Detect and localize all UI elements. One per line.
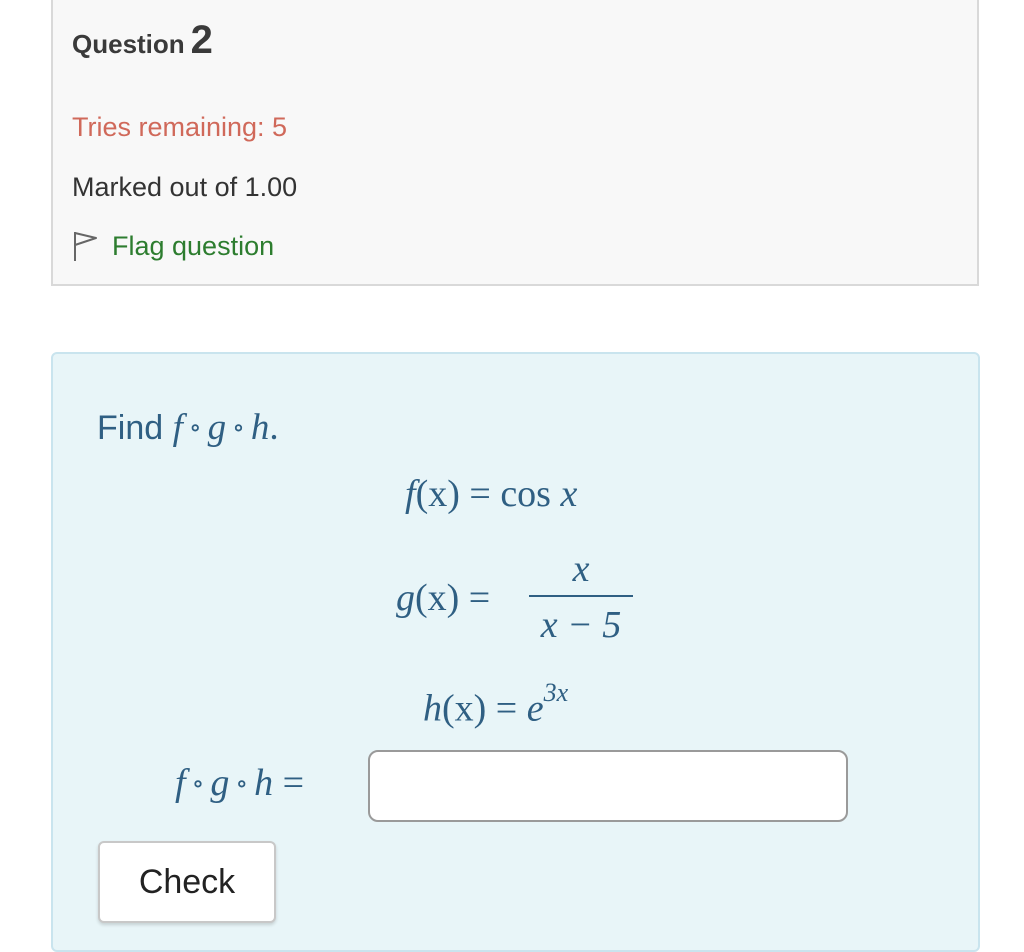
- equation-h: h(x) = e3x: [423, 678, 568, 731]
- equation-g-lhs: g(x) =: [396, 576, 490, 620]
- equation-g-name: g: [396, 577, 415, 619]
- prompt-compose-op-2: ∘: [232, 413, 245, 442]
- marked-out-of: Marked out of 1.00: [72, 172, 298, 202]
- answer-label-h: h: [254, 762, 274, 804]
- equation-h-name: h: [423, 687, 442, 730]
- answer-label: f ∘ g ∘ h =: [175, 761, 304, 805]
- fraction-bar: [529, 595, 633, 597]
- question-title: Question 2: [72, 18, 213, 63]
- equation-g-arg: (x) =: [415, 577, 491, 619]
- prompt-h: h: [250, 407, 270, 448]
- flag-question-link[interactable]: Flag question: [72, 230, 274, 262]
- question-prompt: Find f ∘ g ∘ h.: [97, 406, 279, 449]
- answer-label-f: f: [175, 762, 186, 804]
- flag-question-label: Flag question: [112, 230, 275, 261]
- prompt-g: g: [207, 407, 227, 448]
- equation-g-fraction: x x − 5: [529, 549, 633, 645]
- prompt-f: f: [172, 407, 183, 448]
- answer-input[interactable]: [368, 750, 848, 822]
- equation-h-exponent: 3x: [543, 678, 569, 707]
- answer-compose-op-2: ∘: [235, 769, 249, 798]
- equation-h-arg: (x) =: [442, 687, 518, 730]
- prompt-label: Find: [97, 409, 164, 447]
- equation-f-fn: cos: [500, 473, 551, 515]
- answer-compose-op-1: ∘: [191, 769, 205, 798]
- question-content-panel: Find f ∘ g ∘ h. f(x) = cos x g(x) = x x − 5 …: [51, 352, 980, 952]
- prompt-compose-op-1: ∘: [188, 413, 202, 442]
- answer-equals: =: [282, 762, 304, 804]
- equation-f-var: x: [560, 473, 578, 515]
- equation-g-denominator: x − 5: [540, 604, 622, 646]
- question-info-panel: Question 2 Tries remaining: 5 Marked out …: [51, 0, 979, 286]
- answer-label-g: g: [210, 762, 230, 804]
- equation-f-arg: (x) =: [415, 473, 491, 515]
- question-number: 2: [190, 18, 213, 62]
- equation-h-base: e: [526, 687, 544, 730]
- prompt-period: .: [269, 407, 279, 448]
- tries-remaining: Tries remaining: 5: [72, 112, 288, 142]
- check-button[interactable]: Check: [98, 841, 276, 923]
- equation-f: f(x) = cos x: [405, 472, 577, 516]
- equation-g-numerator: x: [572, 548, 590, 590]
- question-label: Question: [72, 29, 185, 59]
- equation-f-name: f: [405, 473, 416, 515]
- flag-outline-icon: [74, 232, 97, 261]
